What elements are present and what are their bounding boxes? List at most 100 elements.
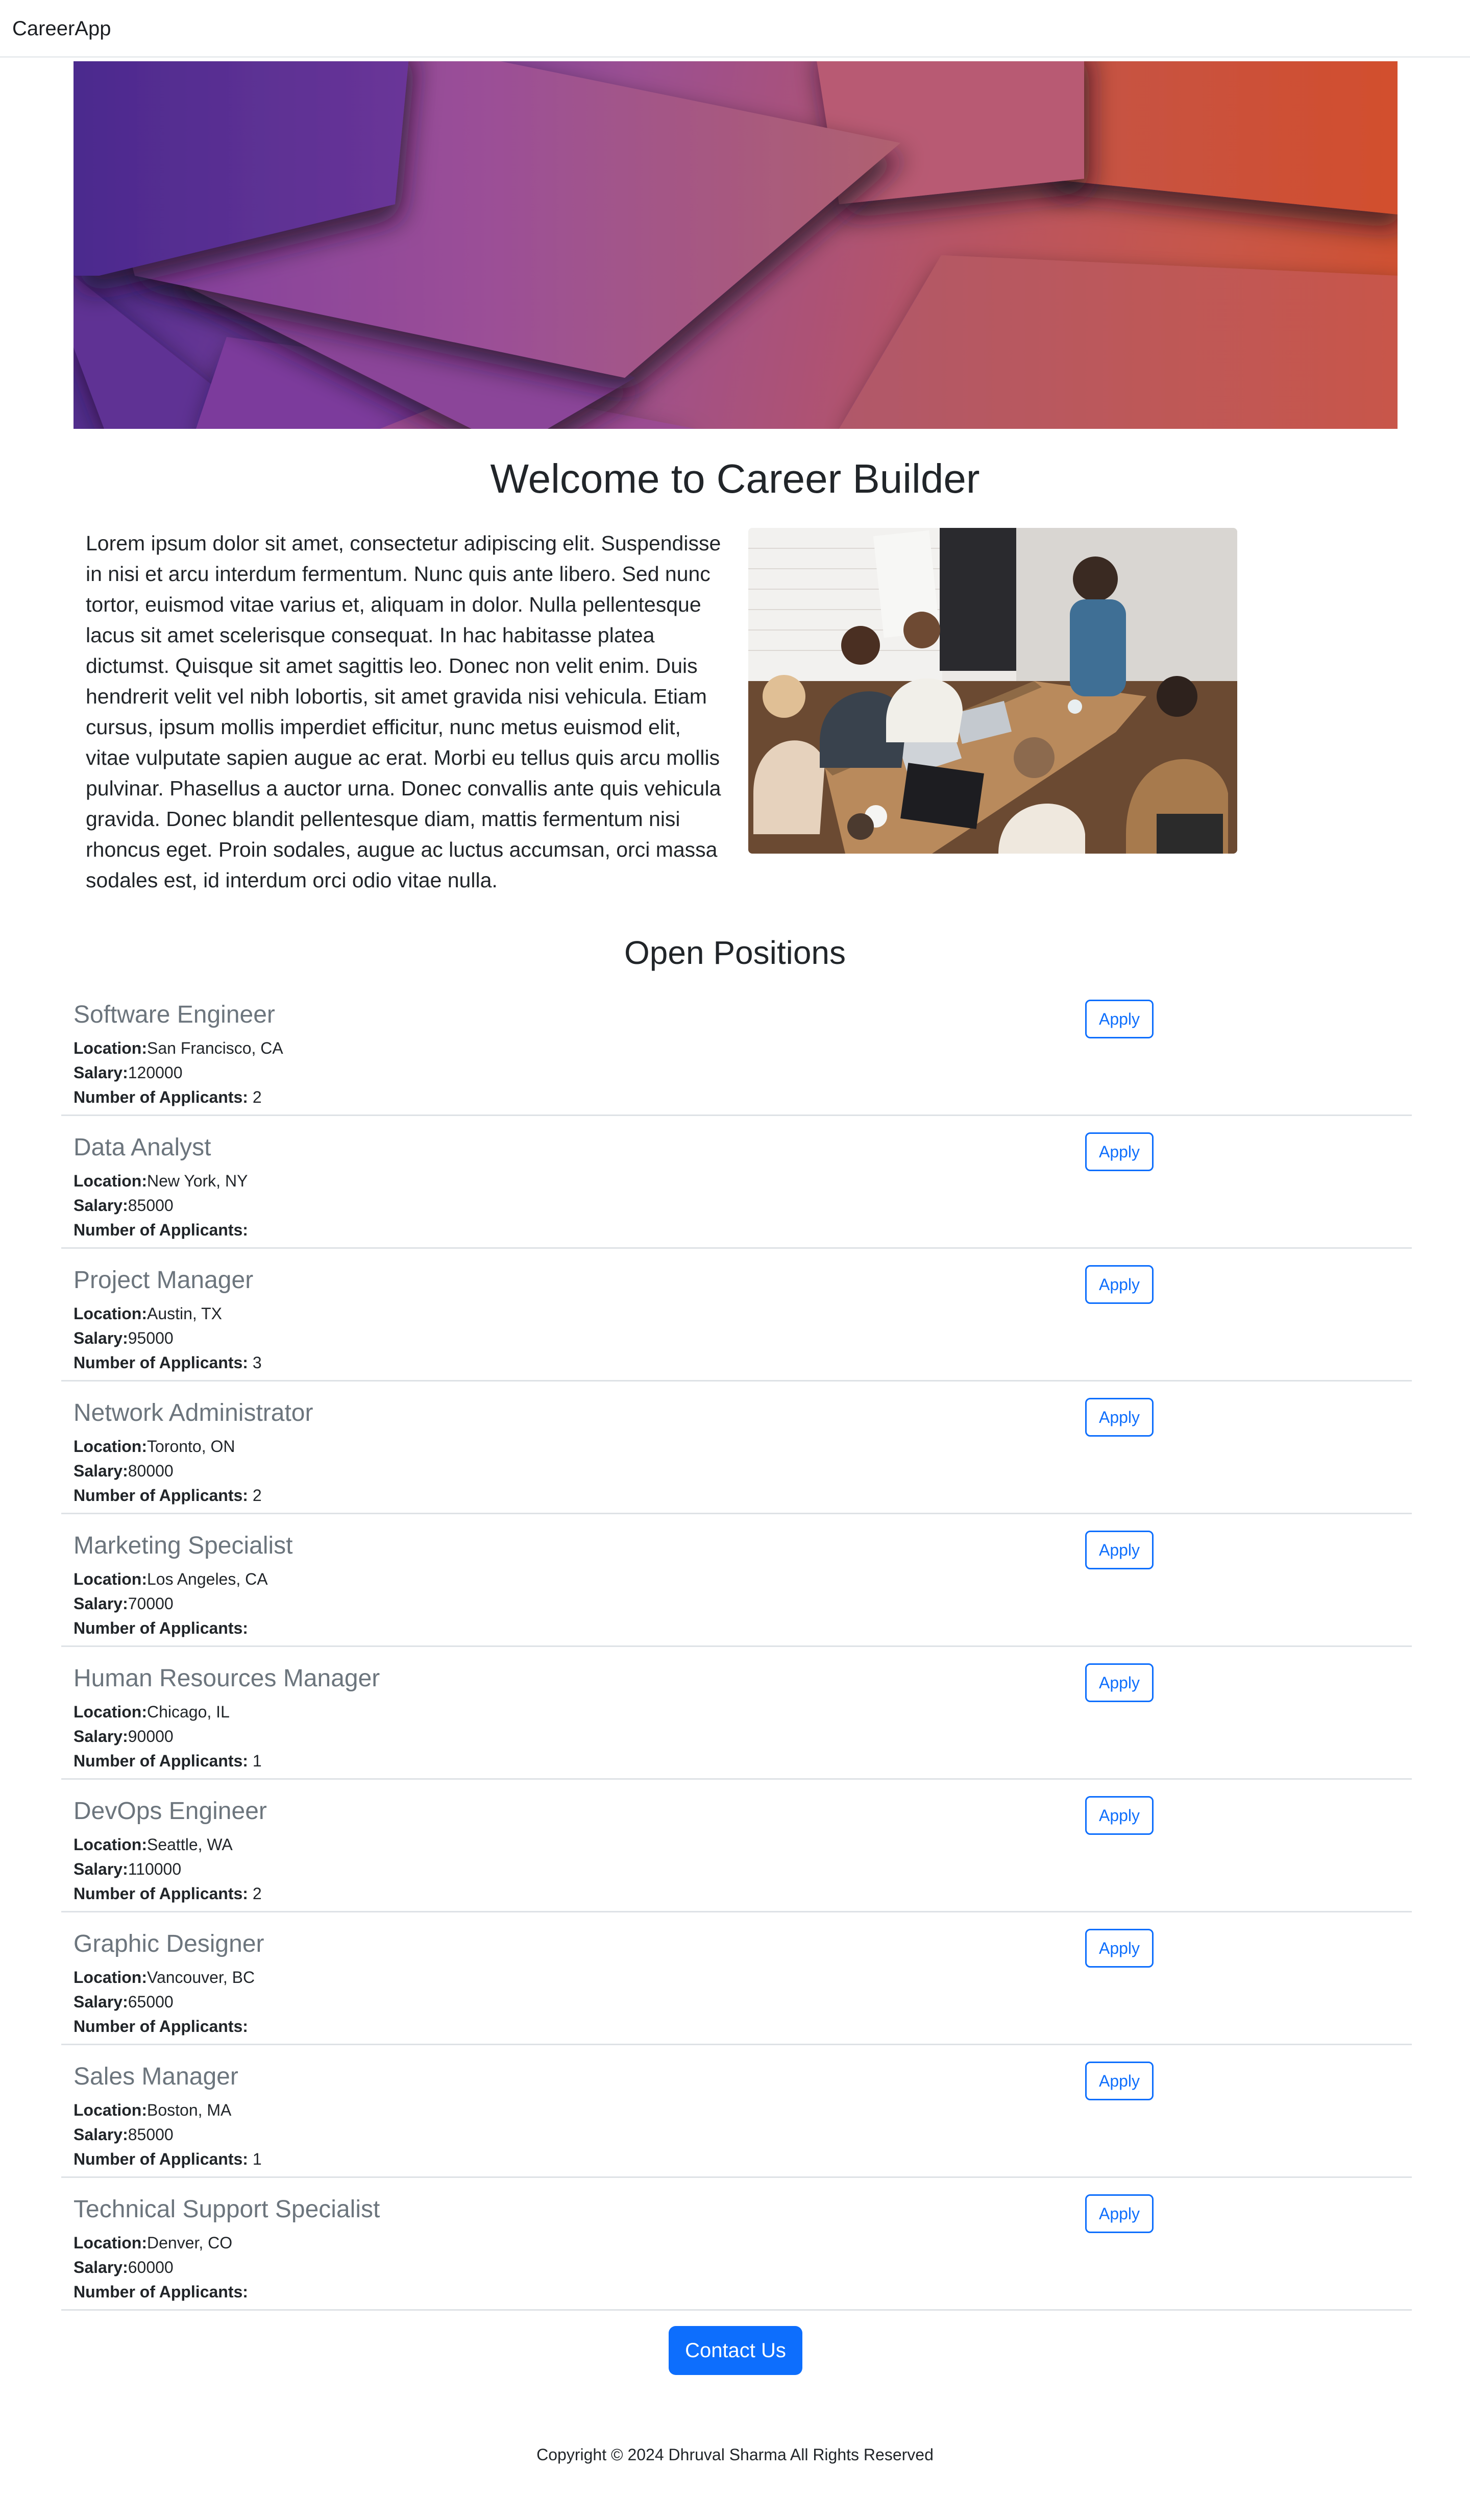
- job-location: Location:Vancouver, BC: [74, 1965, 255, 1990]
- salary-label: Salary:: [74, 1727, 128, 1746]
- job-salary: Salary:60000: [74, 2255, 174, 2280]
- salary-value: 80000: [128, 1462, 174, 1480]
- job-title: Network Administrator: [74, 1399, 313, 1426]
- team-meeting-illustration: [748, 528, 1237, 854]
- job-applicants: Number of Applicants: 2: [74, 1881, 262, 1906]
- applicants-value: 2: [252, 1884, 262, 1903]
- salary-label: Salary:: [74, 1462, 128, 1480]
- applicants-value: 1: [252, 2150, 262, 2168]
- salary-label: Salary:: [74, 1594, 128, 1613]
- job-title: Data Analyst: [74, 1134, 211, 1161]
- location-value: Denver, CO: [146, 2234, 233, 2252]
- job-card: DevOps Engineer Location:Seattle, WA Sal…: [61, 1780, 1412, 1912]
- job-applicants: Number of Applicants: 2: [74, 1483, 262, 1508]
- apply-button[interactable]: Apply: [1085, 1531, 1154, 1569]
- salary-label: Salary:: [74, 2258, 128, 2276]
- contact-us-button[interactable]: Contact Us: [669, 2326, 802, 2375]
- intro-paragraph: Lorem ipsum dolor sit amet, consectetur …: [86, 531, 721, 892]
- applicants-label: Number of Applicants:: [74, 1752, 248, 1770]
- location-label: Location:: [74, 1304, 147, 1323]
- salary-label: Salary:: [74, 2125, 128, 2144]
- job-title: Project Manager: [74, 1267, 254, 1294]
- job-location: Location:Toronto, ON: [74, 1434, 235, 1459]
- brand-link[interactable]: CareerApp: [12, 15, 111, 42]
- job-applicants: Number of Applicants:: [74, 1616, 248, 1640]
- job-card: Marketing Specialist Location:Los Angele…: [61, 1514, 1412, 1647]
- job-location: Location:Chicago, IL: [74, 1700, 230, 1724]
- job-location: Location:Denver, CO: [74, 2231, 232, 2255]
- applicants-label: Number of Applicants:: [74, 2150, 248, 2168]
- apply-button[interactable]: Apply: [1085, 1663, 1154, 1702]
- job-salary: Salary:120000: [74, 1060, 183, 1085]
- job-title: Software Engineer: [74, 1001, 275, 1028]
- salary-label: Salary:: [74, 1329, 128, 1347]
- location-label: Location:: [74, 1703, 147, 1721]
- job-salary: Salary:95000: [74, 1326, 174, 1350]
- job-card: Network Administrator Location:Toronto, …: [61, 1382, 1412, 1514]
- salary-label: Salary:: [74, 1993, 128, 2011]
- salary-value: 95000: [128, 1329, 174, 1347]
- job-card: Graphic Designer Location:Vancouver, BC …: [61, 1912, 1412, 2045]
- job-applicants: Number of Applicants: 1: [74, 2147, 262, 2171]
- apply-button[interactable]: Apply: [1085, 1132, 1154, 1171]
- positions-heading: Open Positions: [624, 934, 846, 971]
- apply-button[interactable]: Apply: [1085, 1000, 1154, 1038]
- applicants-value: 3: [252, 1353, 262, 1372]
- job-card: Human Resources Manager Location:Chicago…: [61, 1647, 1412, 1780]
- job-location: Location:Austin, TX: [74, 1301, 222, 1326]
- location-value: Austin, TX: [146, 1304, 223, 1323]
- job-applicants: Number of Applicants:: [74, 2014, 248, 2039]
- salary-label: Salary:: [74, 1196, 128, 1215]
- job-salary: Salary:85000: [74, 2122, 174, 2147]
- job-applicants: Number of Applicants: 3: [74, 1350, 262, 1375]
- apply-button[interactable]: Apply: [1085, 1398, 1154, 1437]
- apply-button[interactable]: Apply: [1085, 1265, 1154, 1304]
- job-title: Sales Manager: [74, 2063, 238, 2090]
- job-salary: Salary:110000: [74, 1857, 181, 1881]
- job-card: Data Analyst Location:New York, NY Salar…: [61, 1116, 1412, 1249]
- salary-value: 110000: [128, 1860, 182, 1878]
- applicants-value: 2: [252, 1088, 262, 1106]
- location-label: Location:: [74, 1039, 147, 1057]
- location-value: Boston, MA: [146, 2101, 232, 2119]
- location-label: Location:: [74, 1570, 147, 1588]
- location-value: Toronto, ON: [146, 1437, 235, 1456]
- location-value: Chicago, IL: [146, 1703, 230, 1721]
- apply-button[interactable]: Apply: [1085, 2062, 1154, 2100]
- salary-label: Salary:: [74, 1063, 128, 1082]
- job-salary: Salary:65000: [74, 1990, 174, 2014]
- job-title: Technical Support Specialist: [74, 2196, 380, 2223]
- apply-button[interactable]: Apply: [1085, 1796, 1154, 1835]
- job-applicants: Number of Applicants:: [74, 1218, 248, 1242]
- location-value: New York, NY: [146, 1172, 248, 1190]
- person-standing: [1070, 556, 1126, 696]
- positions-list: Software Engineer Location:San Francisco…: [61, 983, 1412, 2311]
- applicants-label: Number of Applicants:: [74, 1619, 248, 1637]
- page-title: Welcome to Career Builder: [490, 456, 980, 501]
- applicants-label: Number of Applicants:: [74, 1221, 248, 1239]
- job-location: Location:Los Angeles, CA: [74, 1567, 268, 1591]
- location-label: Location:: [74, 1437, 147, 1456]
- applicants-label: Number of Applicants:: [74, 1486, 248, 1505]
- job-card: Technical Support Specialist Location:De…: [61, 2178, 1412, 2311]
- applicants-label: Number of Applicants:: [74, 1884, 248, 1903]
- job-location: Location:San Francisco, CA: [74, 1036, 283, 1060]
- location-value: Vancouver, BC: [146, 1968, 255, 1986]
- location-label: Location:: [74, 2234, 147, 2252]
- job-card: Sales Manager Location:Boston, MA Salary…: [61, 2045, 1412, 2178]
- job-title: Human Resources Manager: [74, 1665, 380, 1692]
- location-label: Location:: [74, 1835, 147, 1854]
- salary-value: 65000: [128, 1993, 174, 2011]
- job-location: Location:Seattle, WA: [74, 1832, 233, 1857]
- applicants-label: Number of Applicants:: [74, 2283, 248, 2301]
- job-location: Location:Boston, MA: [74, 2098, 231, 2122]
- apply-button[interactable]: Apply: [1085, 1929, 1154, 1968]
- salary-value: 120000: [128, 1063, 183, 1082]
- hero-banner: [74, 61, 1398, 429]
- applicants-value: 2: [252, 1486, 262, 1505]
- job-salary: Salary:90000: [74, 1724, 174, 1749]
- apply-button[interactable]: Apply: [1085, 2194, 1154, 2233]
- job-salary: Salary:70000: [74, 1591, 174, 1616]
- job-title: Graphic Designer: [74, 1930, 264, 1957]
- applicants-value: 1: [252, 1752, 262, 1770]
